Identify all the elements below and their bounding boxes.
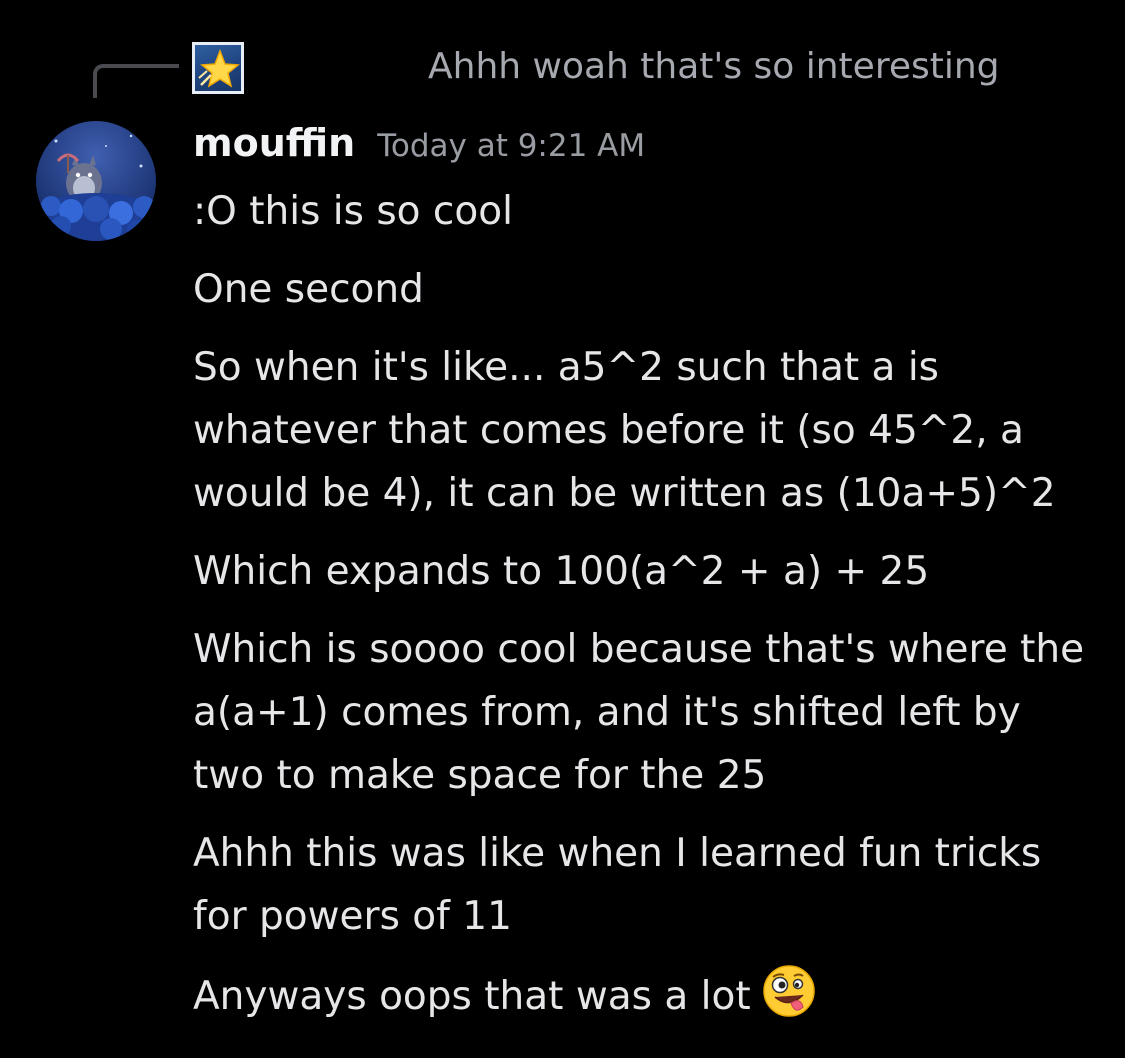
message-text: Anyways oops that was a lot [193, 974, 751, 1019]
timestamp[interactable]: Today at 9:21 AM [377, 128, 645, 164]
star-icon [198, 48, 240, 88]
message-text: Ahhh this was like when I learned fun tr… [193, 831, 1042, 939]
message-item: Anyways oops that was a lot [193, 963, 1093, 1028]
message-text: One second [193, 267, 424, 312]
reply-preview-text[interactable]: Ahhh woah that's so interesting [428, 44, 1000, 90]
zany-face-emoji-icon [761, 963, 817, 1019]
message-text: :O this is so cool [193, 189, 513, 234]
reply-author-avatar[interactable] [192, 42, 244, 94]
message-header: mouffin Today at 9:21 AM [193, 118, 645, 171]
message-group: :O this is so cool One second So when it… [193, 180, 1093, 1043]
username[interactable]: mouffin [193, 121, 355, 165]
message-text: Which is soooo cool because that's where… [193, 627, 1085, 798]
message-text: So when it's like... a5^2 such that a is… [193, 345, 1056, 516]
totoro-avatar-icon [36, 121, 156, 241]
message-text: Which expands to 100(a^2 + a) + 25 [193, 549, 930, 594]
user-avatar[interactable] [36, 121, 156, 241]
reply-connector-line [93, 64, 179, 98]
